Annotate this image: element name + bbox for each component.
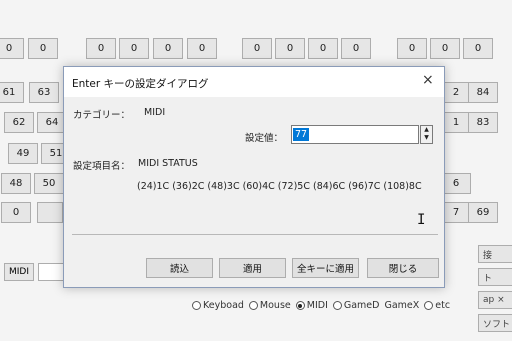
divider: [72, 234, 438, 235]
setting-item-label: 設定項目名：: [73, 161, 131, 172]
setting-value-text: 77: [293, 128, 310, 141]
radio-circle-icon: [424, 301, 434, 310]
midi-label: MIDI: [4, 263, 34, 281]
key-button[interactable]: 49: [8, 143, 38, 164]
key-button[interactable]: 0: [430, 38, 460, 59]
key-button[interactable]: 0: [0, 38, 24, 59]
setting-item-value: MIDI STATUS: [138, 158, 198, 169]
radio-checked-icon: [295, 301, 305, 310]
input-type-radio-group: Keyboad Mouse MIDI GameD GameX etc: [192, 300, 453, 311]
setting-value-label: 設定値：: [245, 133, 284, 144]
key-button[interactable]: 0: [1, 202, 31, 223]
key-button[interactable]: 0: [153, 38, 183, 59]
radio-label: GameX: [384, 300, 420, 311]
key-button[interactable]: [37, 202, 63, 223]
key-button[interactable]: 0: [341, 38, 371, 59]
radio-circle-icon: [332, 301, 342, 310]
spin-up-icon[interactable]: ▲: [421, 126, 432, 134]
radio-circle-icon: [248, 301, 258, 310]
radio-circle-icon: [192, 301, 201, 310]
key-button[interactable]: 61: [0, 82, 24, 103]
dialog-titlebar: Enter キーの設定ダイアログ ×: [64, 67, 444, 97]
note-mapping-text: (24)1C (36)2C (48)3C (60)4C (72)5C (84)6…: [137, 181, 422, 192]
radio-keyboad[interactable]: Keyboad: [192, 300, 244, 311]
key-button[interactable]: 50: [34, 173, 64, 194]
key-button[interactable]: 1: [441, 112, 471, 133]
text-cursor-icon: I: [417, 212, 426, 228]
radio-gamex[interactable]: GameX: [384, 300, 419, 311]
key-button[interactable]: 69: [468, 202, 498, 223]
side-button[interactable]: ソフト: [478, 314, 512, 332]
key-button[interactable]: 84: [468, 82, 498, 103]
key-button[interactable]: 7: [441, 202, 471, 223]
key-button[interactable]: 6: [441, 173, 471, 194]
spin-down-icon[interactable]: ▼: [421, 134, 432, 142]
key-button[interactable]: 0: [187, 38, 217, 59]
category-value: MIDI: [144, 107, 166, 118]
radio-label: GameD: [343, 300, 380, 311]
radio-label: Mouse: [259, 300, 291, 311]
radio-etc[interactable]: etc: [424, 300, 450, 311]
key-button[interactable]: 0: [397, 38, 427, 59]
setting-value-spinner[interactable]: ▲ ▼: [420, 125, 433, 144]
key-button[interactable]: 63: [29, 82, 59, 103]
key-button[interactable]: 2: [441, 82, 471, 103]
key-button[interactable]: 0: [28, 38, 58, 59]
radio-midi[interactable]: MIDI: [295, 300, 328, 311]
key-button[interactable]: 0: [463, 38, 493, 59]
side-button[interactable]: 接: [478, 245, 512, 263]
key-button[interactable]: 83: [468, 112, 498, 133]
close-icon[interactable]: ×: [422, 72, 434, 88]
key-button[interactable]: 62: [4, 112, 34, 133]
key-button[interactable]: 0: [275, 38, 305, 59]
side-button[interactable]: ap ×: [478, 291, 512, 309]
radio-label: etc: [435, 300, 451, 311]
read-button[interactable]: 読込: [146, 258, 213, 278]
radio-label: Keyboad: [203, 300, 244, 311]
key-button[interactable]: 0: [86, 38, 116, 59]
key-button[interactable]: 0: [308, 38, 338, 59]
radio-label: MIDI: [306, 300, 328, 311]
apply-all-keys-button[interactable]: 全キーに適用: [292, 258, 359, 278]
close-button[interactable]: 閉じる: [367, 258, 439, 278]
key-button[interactable]: 48: [1, 173, 31, 194]
dialog-title: Enter キーの設定ダイアログ: [72, 78, 209, 90]
radio-gamed[interactable]: GameD: [332, 300, 380, 311]
key-button[interactable]: 0: [242, 38, 272, 59]
key-settings-dialog: Enter キーの設定ダイアログ × カテゴリー： MIDI 設定値： 77 ▲…: [63, 66, 445, 288]
radio-mouse[interactable]: Mouse: [248, 300, 291, 311]
category-label: カテゴリー：: [73, 110, 131, 121]
setting-value-input[interactable]: 77: [291, 125, 419, 144]
side-button[interactable]: ト: [478, 268, 512, 286]
apply-button[interactable]: 適用: [219, 258, 286, 278]
key-button[interactable]: 0: [119, 38, 149, 59]
